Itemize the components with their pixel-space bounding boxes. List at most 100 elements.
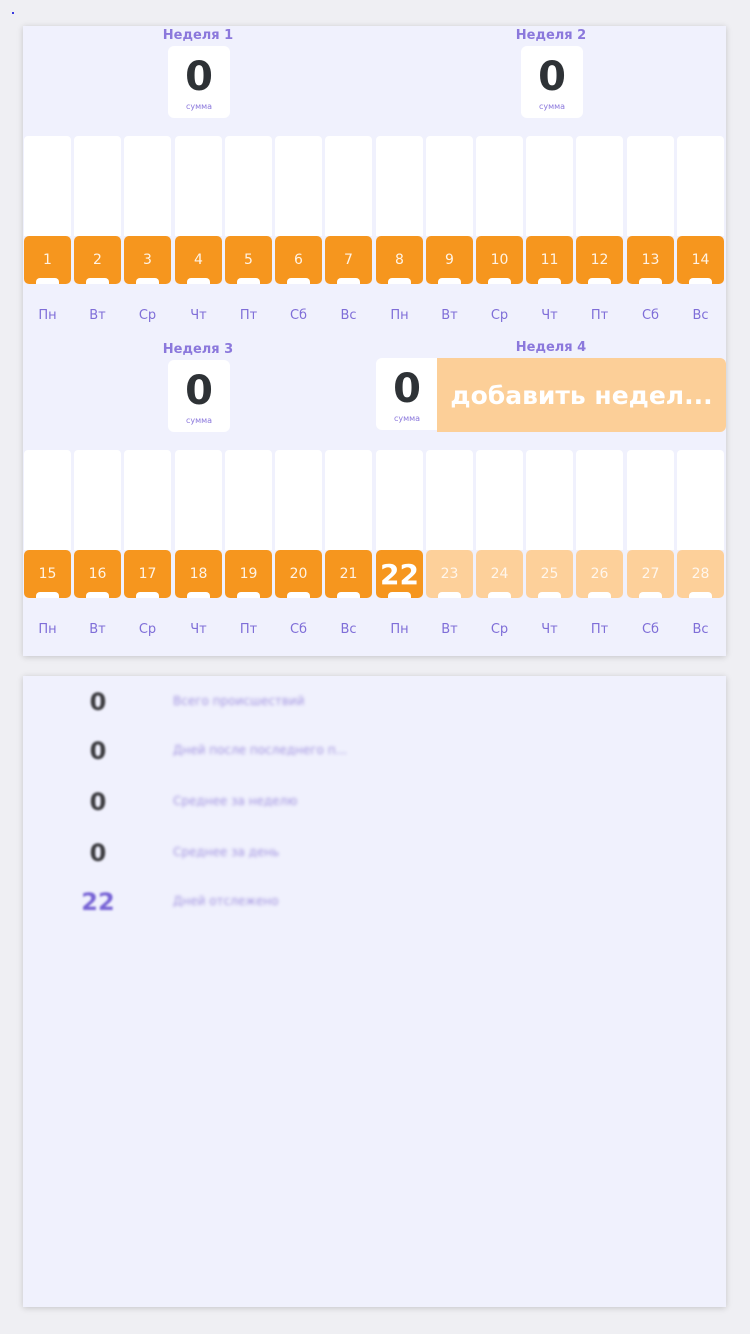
weekday-label: Пн: [390, 308, 409, 323]
stat-total-value: 0: [89, 688, 107, 716]
stat-weekly-avg-label: Среднее за неделю: [173, 794, 298, 808]
week-1-sum-caption: сумма: [185, 102, 213, 111]
day-column[interactable]: 26 Пт: [576, 450, 623, 640]
day-column[interactable]: 25 Чт: [526, 450, 573, 640]
weekday-label: Ср: [490, 308, 509, 323]
day-number-tab[interactable]: 23: [426, 550, 473, 598]
day-bar: [376, 450, 423, 550]
weekday-label: Вт: [441, 308, 458, 323]
day-column[interactable]: 28 Вс: [677, 450, 724, 640]
day-number-tab[interactable]: 8: [376, 236, 423, 284]
day-column[interactable]: 1 Пн: [24, 136, 71, 326]
day-bar: [677, 136, 724, 236]
day-column[interactable]: 14 Вс: [677, 136, 724, 326]
day-column[interactable]: 10 Ср: [476, 136, 523, 326]
week-4-sum-box[interactable]: 0 сумма: [376, 358, 438, 430]
day-number-tab[interactable]: 17: [124, 550, 171, 598]
day-column[interactable]: 19 Пт: [225, 450, 272, 640]
stat-days-since-label: Дней после последнего п...: [173, 743, 347, 757]
stat-days-tracked-value: 22: [81, 888, 115, 916]
day-column[interactable]: 24 Ср: [476, 450, 523, 640]
weekday-label: Сб: [641, 622, 660, 637]
weekday-label: Пт: [239, 622, 258, 637]
week-3-sum: 0: [185, 368, 213, 414]
day-column[interactable]: 7 Вс: [325, 136, 372, 326]
day-number-tab[interactable]: 6: [275, 236, 322, 284]
day-bar: [24, 450, 71, 550]
day-number-tab[interactable]: 25: [526, 550, 573, 598]
week-2-sum-box[interactable]: 0 сумма: [521, 46, 583, 118]
day-column[interactable]: 5 Пт: [225, 136, 272, 326]
day-number-tab[interactable]: 13: [627, 236, 674, 284]
stat-row-daily-avg: 0 Среднее за день: [23, 839, 726, 871]
add-week-button[interactable]: добавить недел...: [437, 358, 726, 432]
day-bar: [476, 136, 523, 236]
day-number-tab[interactable]: 27: [627, 550, 674, 598]
day-number-tab[interactable]: 16: [74, 550, 121, 598]
day-number-tab[interactable]: 15: [24, 550, 71, 598]
day-number-tab[interactable]: 3: [124, 236, 171, 284]
stat-total-label: Всего происшествий: [173, 694, 305, 708]
day-number-tab[interactable]: 5: [225, 236, 272, 284]
day-number-tab[interactable]: 20: [275, 550, 322, 598]
weekday-label: Чт: [190, 308, 207, 323]
day-bar: [526, 136, 573, 236]
days-row-weeks-3-4: 15 Пн 16 Вт 17 Ср 18 Чт 19 Пт 20 Сб 21 Вс 22 Пн 23 Вт 24 Ср…: [23, 450, 726, 640]
day-number-tab[interactable]: 28: [677, 550, 724, 598]
day-number-tab[interactable]: 12: [576, 236, 623, 284]
day-column[interactable]: 18 Чт: [175, 450, 222, 640]
day-column[interactable]: 23 Вт: [426, 450, 473, 640]
day-column[interactable]: 12 Пт: [576, 136, 623, 326]
day-bar: [124, 136, 171, 236]
day-column[interactable]: 16 Вт: [74, 450, 121, 640]
day-column[interactable]: 20 Сб: [275, 450, 322, 640]
weekday-label: Сб: [289, 622, 308, 637]
day-column[interactable]: 4 Чт: [175, 136, 222, 326]
day-column[interactable]: 6 Сб: [275, 136, 322, 326]
day-number-tab[interactable]: 10: [476, 236, 523, 284]
day-column[interactable]: 8 Пн: [376, 136, 423, 326]
weekday-label: Пн: [38, 622, 57, 637]
weekday-label: Чт: [541, 622, 558, 637]
day-number-tab[interactable]: 18: [175, 550, 222, 598]
day-column[interactable]: 27 Сб: [627, 450, 674, 640]
week-2-sum-caption: сумма: [538, 102, 566, 111]
day-column[interactable]: 11 Чт: [526, 136, 573, 326]
day-number-tab[interactable]: 22: [376, 550, 423, 598]
weekday-label: Пн: [390, 622, 409, 637]
weekday-label: Ср: [138, 622, 157, 637]
day-number-tab[interactable]: 9: [426, 236, 473, 284]
weekday-label: Вс: [340, 622, 357, 637]
day-column[interactable]: 13 Сб: [627, 136, 674, 326]
day-bar: [275, 450, 322, 550]
day-bar: [576, 450, 623, 550]
day-column[interactable]: 17 Ср: [124, 450, 171, 640]
weekday-label: Вс: [692, 308, 709, 323]
stat-row-total: 0 Всего происшествий: [23, 688, 726, 720]
day-number-tab[interactable]: 26: [576, 550, 623, 598]
day-column[interactable]: 21 Вс: [325, 450, 372, 640]
week-4-label: Неделя 4: [515, 340, 587, 355]
day-number-tab[interactable]: 24: [476, 550, 523, 598]
stat-daily-avg-label: Среднее за день: [173, 845, 280, 859]
day-number-tab[interactable]: 4: [175, 236, 222, 284]
week-1-sum-box[interactable]: 0 сумма: [168, 46, 230, 118]
day-column[interactable]: 22 Пн: [376, 450, 423, 640]
day-column[interactable]: 3 Ср: [124, 136, 171, 326]
weekday-label: Вт: [89, 622, 106, 637]
day-bar: [476, 450, 523, 550]
week-3-sum-box[interactable]: 0 сумма: [168, 360, 230, 432]
day-number-tab[interactable]: 7: [325, 236, 372, 284]
day-column[interactable]: 2 Вт: [74, 136, 121, 326]
day-column[interactable]: 15 Пн: [24, 450, 71, 640]
day-number-tab[interactable]: 14: [677, 236, 724, 284]
weekday-label: Сб: [289, 308, 308, 323]
day-number-tab[interactable]: 19: [225, 550, 272, 598]
day-bar: [376, 136, 423, 236]
day-number-tab[interactable]: 1: [24, 236, 71, 284]
day-number-tab[interactable]: 11: [526, 236, 573, 284]
day-column[interactable]: 9 Вт: [426, 136, 473, 326]
day-number-tab[interactable]: 21: [325, 550, 372, 598]
day-number-tab[interactable]: 2: [74, 236, 121, 284]
day-bar: [426, 450, 473, 550]
